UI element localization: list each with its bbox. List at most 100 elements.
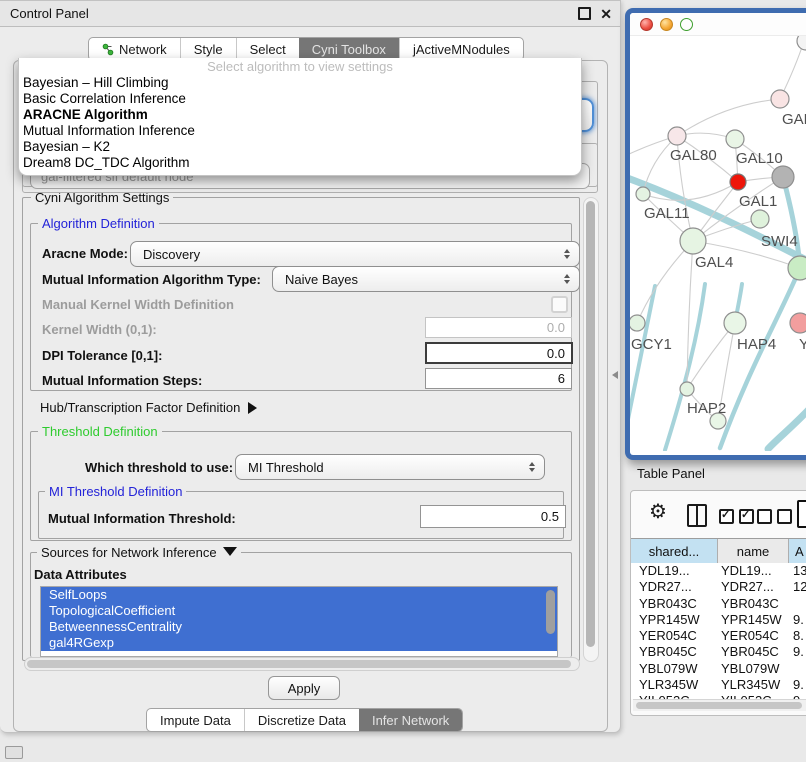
hub-definition-expander[interactable]: Hub/Transcription Factor Definition xyxy=(40,400,257,415)
tab-impute-data[interactable]: Impute Data xyxy=(147,709,244,731)
stepper-arrows-icon xyxy=(564,274,570,284)
group-title: MI Threshold Definition xyxy=(45,484,186,499)
network-node-red[interactable] xyxy=(730,174,746,190)
node-label: GAL4 xyxy=(695,254,733,271)
column-header-shared-name[interactable]: shared... xyxy=(631,539,718,563)
export-table-icon[interactable] xyxy=(797,500,806,528)
tab-label: Infer Network xyxy=(372,713,449,728)
scrollbar-thumb[interactable] xyxy=(586,201,595,647)
float-window-icon[interactable] xyxy=(578,7,591,20)
kernel-width-label: Kernel Width (0,1): xyxy=(42,322,157,337)
close-icon[interactable]: ✕ xyxy=(600,9,612,19)
network-node-pink[interactable] xyxy=(790,313,806,333)
network-node-gal4[interactable] xyxy=(680,228,706,254)
column-header-partial[interactable]: A xyxy=(789,539,806,563)
node-label: GAL11 xyxy=(644,205,690,222)
network-node-gal10[interactable] xyxy=(726,130,744,148)
table-header-row: shared... name A xyxy=(631,538,806,564)
network-node-gcy1[interactable] xyxy=(630,315,645,331)
mac-close-icon[interactable] xyxy=(640,18,653,31)
cell: YBR045C xyxy=(631,644,717,660)
list-scrollbar-thumb[interactable] xyxy=(546,590,555,634)
tab-cyni-toolbox[interactable]: Cyni Toolbox xyxy=(299,38,399,60)
table-horizontal-scrollbar[interactable] xyxy=(633,699,806,711)
attribute-item-selected[interactable]: SelfLoops xyxy=(41,587,557,603)
network-node-hap4[interactable] xyxy=(724,312,746,334)
mi-threshold-field[interactable]: 0.5 xyxy=(420,505,566,528)
show-checked-columns-icon[interactable] xyxy=(719,509,754,524)
tab-discretize-data[interactable]: Discretize Data xyxy=(244,709,359,731)
mi-steps-field[interactable]: 6 xyxy=(425,368,572,389)
table-row[interactable]: YER054CYER054C8. xyxy=(631,628,806,644)
mi-type-value: Naive Bayes xyxy=(285,272,358,287)
cell: YLR345W xyxy=(631,677,717,693)
tab-infer-network[interactable]: Infer Network xyxy=(359,709,462,731)
minimized-panel-icon[interactable] xyxy=(5,746,23,759)
network-node-hap2[interactable] xyxy=(680,382,694,396)
dpi-tolerance-label: DPI Tolerance [0,1]: xyxy=(42,348,162,363)
network-node-gal-pink[interactable] xyxy=(771,90,789,108)
network-node-gray[interactable] xyxy=(772,166,794,188)
table-row[interactable]: YDL19...YDL19...13 xyxy=(631,563,806,579)
attribute-item-selected[interactable]: BetweennessCentrality xyxy=(41,619,557,635)
sources-group-title[interactable]: Sources for Network Inference xyxy=(37,545,241,560)
tab-style[interactable]: Style xyxy=(180,38,236,60)
data-attributes-list[interactable]: SelfLoops TopologicalCoefficient Between… xyxy=(40,586,558,657)
network-canvas[interactable]: GAL GAL80 GAL10 GAL1 GAL11 SWI4 GAL4 GCY… xyxy=(630,36,806,451)
mac-minimize-icon[interactable] xyxy=(660,18,673,31)
tab-network[interactable]: Network xyxy=(89,38,180,60)
network-node-gal80[interactable] xyxy=(668,127,686,145)
aracne-mode-combo[interactable]: Discovery xyxy=(130,241,580,267)
columns-icon[interactable] xyxy=(687,504,707,527)
node-label: HAP2 xyxy=(687,400,726,417)
table-row[interactable]: YBL079WYBL079W xyxy=(631,661,806,677)
node-label: GAL xyxy=(782,111,806,128)
dropdown-item[interactable]: Basic Correlation Inference xyxy=(19,91,581,107)
algorithm-dropdown-popup: Select algorithm to view settings Bayesi… xyxy=(18,58,582,176)
gear-icon[interactable]: ⚙ xyxy=(649,502,667,522)
cell: 8. xyxy=(787,628,806,644)
table-row[interactable]: YDR27...YDR27...12 xyxy=(631,579,806,595)
table-row[interactable]: YBR045CYBR045C9. xyxy=(631,644,806,660)
tab-jactivemnodules[interactable]: jActiveMNodules xyxy=(399,38,523,60)
network-node[interactable] xyxy=(797,36,806,50)
tab-label: Discretize Data xyxy=(258,713,346,728)
which-threshold-combo[interactable]: MI Threshold xyxy=(235,454,545,480)
mi-type-combo[interactable]: Naive Bayes xyxy=(272,266,580,292)
cell: YBR043C xyxy=(631,596,717,612)
dropdown-item[interactable]: Bayesian – K2 xyxy=(19,139,581,155)
dropdown-item[interactable]: Dream8 DC_TDC Algorithm xyxy=(19,155,581,171)
scrollbar-thumb[interactable] xyxy=(636,702,802,709)
network-node-gal1[interactable] xyxy=(751,210,769,228)
network-node-green[interactable] xyxy=(788,256,806,280)
dropdown-item-selected[interactable]: ARACNE Algorithm xyxy=(19,107,581,123)
table-toolbar: ⚙ xyxy=(631,491,806,538)
scrollbar-thumb[interactable] xyxy=(27,660,571,668)
splitter-collapse-icon[interactable] xyxy=(612,371,618,379)
kernel-width-field[interactable]: 0.0 xyxy=(425,317,572,338)
mi-steps-value: 6 xyxy=(558,371,565,386)
table-row[interactable]: YPR145WYPR145W9. xyxy=(631,612,806,628)
settings-horizontal-scrollbar[interactable] xyxy=(24,657,580,671)
table-row[interactable]: YBR043CYBR043C xyxy=(631,596,806,612)
table-rows[interactable]: YDL19...YDL19...13 YDR27...YDR27...12 YB… xyxy=(631,563,806,699)
dropdown-item[interactable]: Bayesian – Hill Climbing xyxy=(19,75,581,91)
hide-columns-icon[interactable] xyxy=(757,509,792,524)
table-row[interactable]: YLR345WYLR345W9. xyxy=(631,677,806,693)
attribute-item-selected[interactable]: TopologicalCoefficient xyxy=(41,603,557,619)
network-icon xyxy=(102,43,114,56)
cell: YDL19... xyxy=(631,563,717,579)
tab-select[interactable]: Select xyxy=(236,38,299,60)
node-label: GCY1 xyxy=(631,336,672,353)
column-header-name[interactable]: name xyxy=(718,539,789,563)
settings-vertical-scrollbar[interactable] xyxy=(583,197,599,662)
mac-zoom-icon[interactable] xyxy=(680,18,693,31)
attribute-item-selected[interactable]: gal4RGexp xyxy=(41,635,557,651)
cell xyxy=(787,661,806,677)
network-node-gal11[interactable] xyxy=(636,187,650,201)
apply-button[interactable]: Apply xyxy=(268,676,340,700)
dpi-tolerance-field[interactable]: 0.0 xyxy=(425,342,573,364)
dropdown-item[interactable]: Mutual Information Inference xyxy=(19,123,581,139)
node-label: GAL80 xyxy=(670,147,717,164)
manual-kernel-checkbox[interactable] xyxy=(551,296,568,313)
